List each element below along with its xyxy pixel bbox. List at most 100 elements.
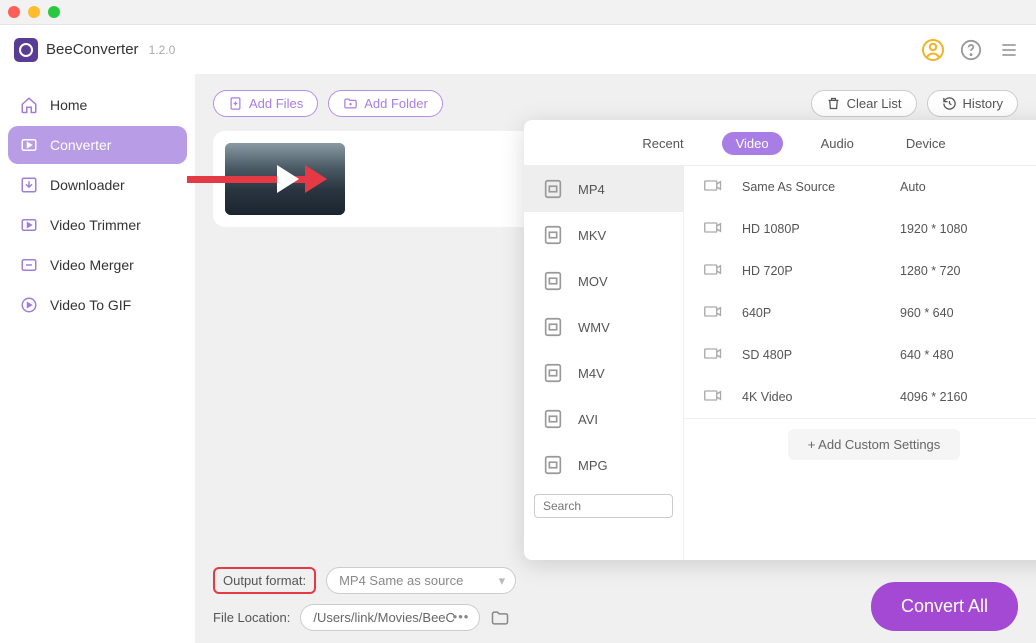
resolution-dim: 1920 * 1080 xyxy=(900,222,1036,236)
file-location-value: /Users/link/Movies/BeeC xyxy=(313,610,455,625)
resolution-dim: 960 * 640 xyxy=(900,306,1036,320)
play-icon xyxy=(277,165,299,193)
sidebar-item-label: Video Trimmer xyxy=(50,217,141,233)
trimmer-icon xyxy=(20,216,38,234)
resolution-name: HD 720P xyxy=(742,264,882,278)
resolution-item[interactable]: SD 480P 640 * 480 xyxy=(684,334,1036,376)
sidebar-item-merger[interactable]: Video Merger xyxy=(8,246,187,284)
resolution-item[interactable]: HD 720P 1280 * 720 xyxy=(684,250,1036,292)
history-button[interactable]: History xyxy=(927,90,1018,117)
button-label: Add Files xyxy=(249,96,303,111)
resolution-dim: 1280 * 720 xyxy=(900,264,1036,278)
popover-tabs: Recent Video Audio Device xyxy=(524,120,1036,166)
bottom-bar: Output format: MP4 Same as source File L… xyxy=(213,567,1018,631)
format-label: AVI xyxy=(578,412,598,427)
format-label: MOV xyxy=(578,274,608,289)
clear-list-button[interactable]: Clear List xyxy=(811,90,917,117)
resolution-name: SD 480P xyxy=(742,348,882,362)
format-item-avi[interactable]: AVI xyxy=(524,396,683,442)
format-item-mkv[interactable]: MKV xyxy=(524,212,683,258)
sidebar-item-label: Downloader xyxy=(50,177,125,193)
format-search xyxy=(534,494,673,518)
main-panel: Add Files Add Folder Clear List History xyxy=(195,74,1036,643)
add-files-button[interactable]: Add Files xyxy=(213,90,318,117)
resolution-dim: Auto xyxy=(900,180,1036,194)
account-icon[interactable] xyxy=(920,37,946,63)
video-thumbnail[interactable] xyxy=(225,143,345,215)
format-search-input[interactable] xyxy=(534,494,673,518)
sidebar-item-label: Video To GIF xyxy=(50,297,131,313)
toolbar: Add Files Add Folder Clear List History xyxy=(213,90,1018,117)
file-icon xyxy=(542,178,564,200)
resolution-name: 4K Video xyxy=(742,390,882,404)
resolution-name: HD 1080P xyxy=(742,222,882,236)
file-icon xyxy=(542,408,564,430)
resolution-item[interactable]: Same As Source Auto xyxy=(684,166,1036,208)
add-file-icon xyxy=(228,96,243,111)
window-close-button[interactable] xyxy=(8,6,20,18)
history-icon xyxy=(942,96,957,111)
format-label: MKV xyxy=(578,228,606,243)
resolution-list[interactable]: Same As Source Auto HD 1080P 1920 * 1080… xyxy=(684,166,1036,560)
resolution-item[interactable]: 4K Video 4096 * 2160 xyxy=(684,376,1036,418)
resolution-dim: 640 * 480 xyxy=(900,348,1036,362)
format-item-wmv[interactable]: WMV xyxy=(524,304,683,350)
sidebar-item-converter[interactable]: Converter xyxy=(8,126,187,164)
home-icon xyxy=(20,96,38,114)
tab-recent[interactable]: Recent xyxy=(628,132,697,155)
video-icon xyxy=(704,180,724,194)
tab-audio[interactable]: Audio xyxy=(807,132,868,155)
open-folder-icon[interactable] xyxy=(490,608,510,628)
window-zoom-button[interactable] xyxy=(48,6,60,18)
format-item-mov[interactable]: MOV xyxy=(524,258,683,304)
add-folder-button[interactable]: Add Folder xyxy=(328,90,443,117)
file-icon xyxy=(542,224,564,246)
app-version: 1.2.0 xyxy=(149,43,176,57)
resolution-name: Same As Source xyxy=(742,180,882,194)
format-list[interactable]: MP4 MKV MOV WMV xyxy=(524,166,684,560)
app-logo-icon xyxy=(14,38,38,62)
video-icon xyxy=(704,348,724,362)
button-label: History xyxy=(963,96,1003,111)
format-item-mp4[interactable]: MP4 xyxy=(524,166,683,212)
sidebar-item-downloader[interactable]: Downloader xyxy=(8,166,187,204)
output-format-select[interactable]: MP4 Same as source xyxy=(326,567,516,594)
file-icon xyxy=(542,362,564,384)
file-location-field[interactable]: /Users/link/Movies/BeeC ••• xyxy=(300,604,480,631)
resolution-dim: 4096 * 2160 xyxy=(900,390,1036,404)
format-label: MP4 xyxy=(578,182,605,197)
format-item-mpg[interactable]: MPG xyxy=(524,442,683,488)
output-format-label: Output format: xyxy=(213,567,316,594)
trash-icon xyxy=(826,96,841,111)
window-minimize-button[interactable] xyxy=(28,6,40,18)
sidebar-item-home[interactable]: Home xyxy=(8,86,187,124)
format-item-m4v[interactable]: M4V xyxy=(524,350,683,396)
resolution-name: 640P xyxy=(742,306,882,320)
convert-all-button[interactable]: Convert All xyxy=(871,582,1018,631)
help-icon[interactable] xyxy=(958,37,984,63)
sidebar-item-trimmer[interactable]: Video Trimmer xyxy=(8,206,187,244)
format-label: M4V xyxy=(578,366,605,381)
menu-icon[interactable] xyxy=(996,37,1022,63)
add-folder-icon xyxy=(343,96,358,111)
format-label: MPG xyxy=(578,458,608,473)
add-custom-settings-button[interactable]: + Add Custom Settings xyxy=(788,429,961,460)
sidebar: Home Converter Downloader Video Trimmer … xyxy=(0,74,195,643)
file-location-label: File Location: xyxy=(213,610,290,625)
merger-icon xyxy=(20,256,38,274)
resolution-item[interactable]: HD 1080P 1920 * 1080 xyxy=(684,208,1036,250)
tab-device[interactable]: Device xyxy=(892,132,960,155)
file-icon xyxy=(542,454,564,476)
app-name: BeeConverter xyxy=(46,41,139,58)
sidebar-item-label: Converter xyxy=(50,137,111,153)
file-icon xyxy=(542,316,564,338)
select-value: MP4 Same as source xyxy=(339,573,463,588)
button-label: Add Folder xyxy=(364,96,428,111)
format-popover: Recent Video Audio Device MP4 MKV xyxy=(524,120,1036,560)
more-icon[interactable]: ••• xyxy=(453,609,470,624)
tab-video[interactable]: Video xyxy=(722,132,783,155)
video-icon xyxy=(704,306,724,320)
sidebar-item-gif[interactable]: Video To GIF xyxy=(8,286,187,324)
resolution-item[interactable]: 640P 960 * 640 xyxy=(684,292,1036,334)
download-icon xyxy=(20,176,38,194)
